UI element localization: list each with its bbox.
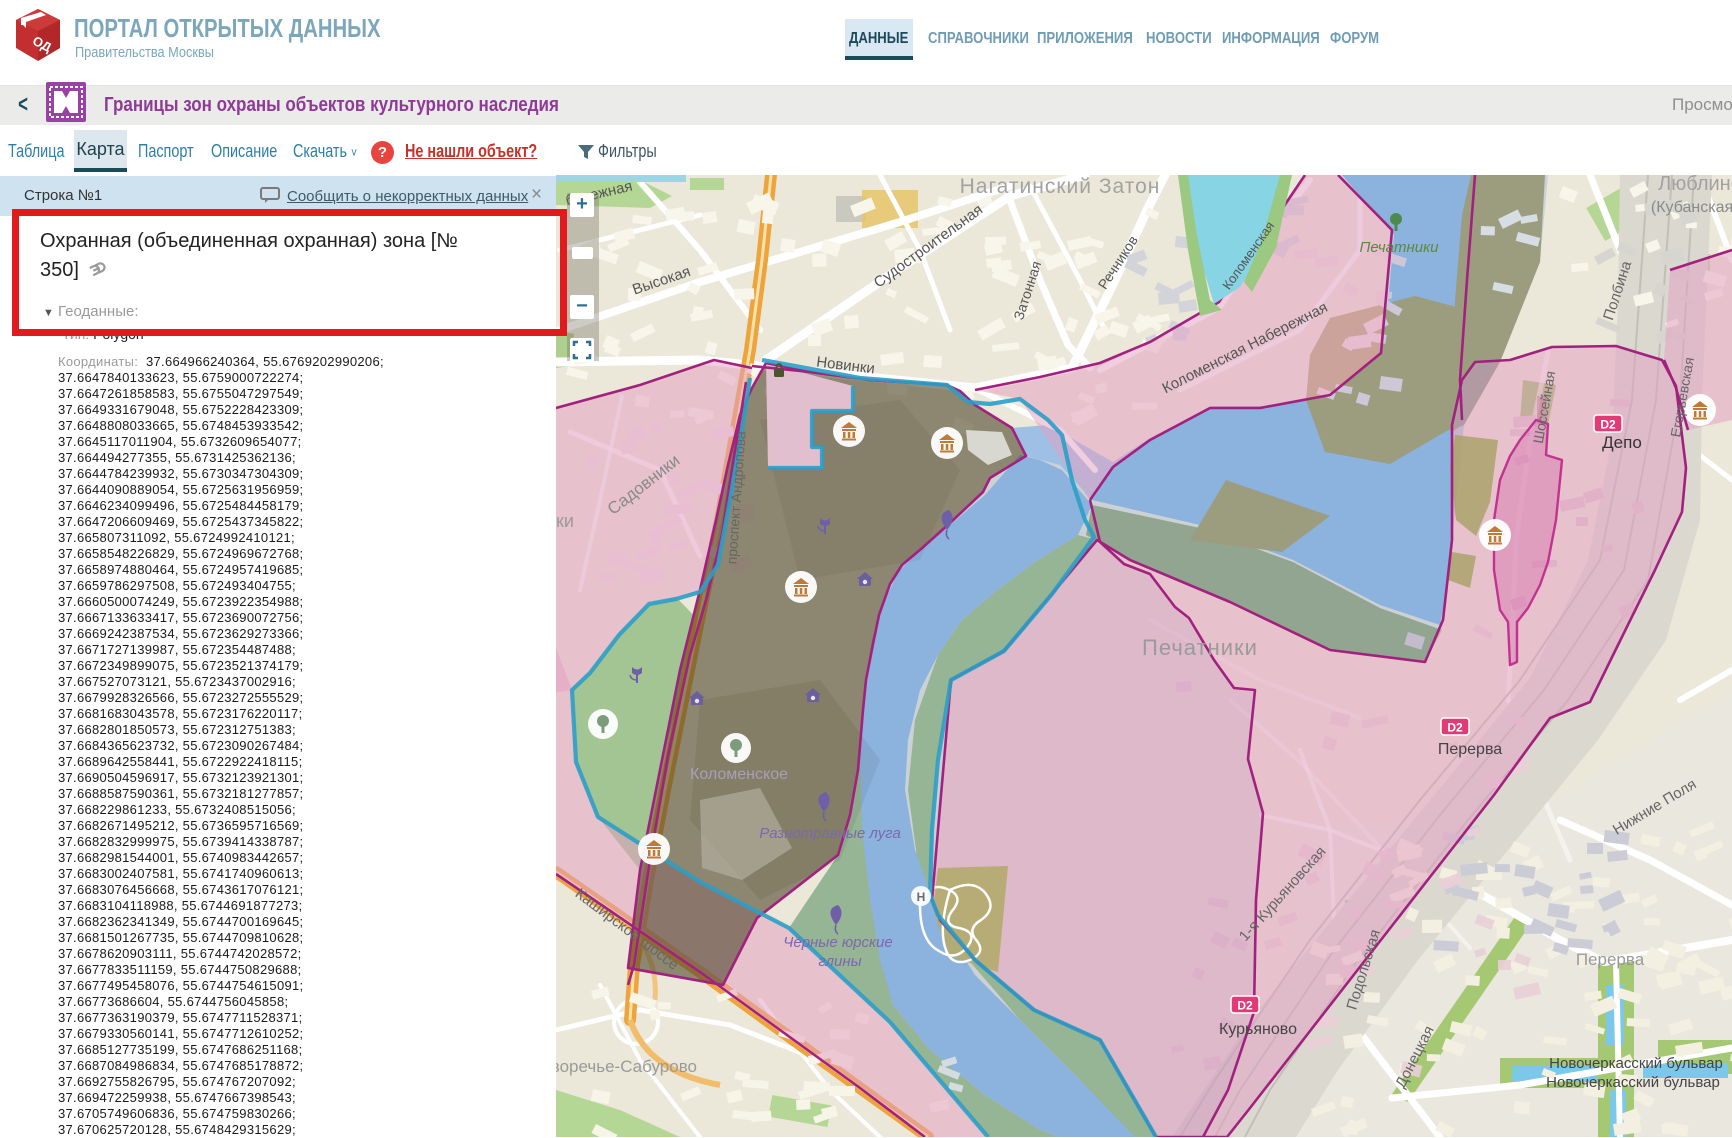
svg-text:Перерва: Перерва (1438, 741, 1502, 758)
svg-text:Депо: Депо (1602, 433, 1642, 452)
svg-text:Нагатинский Затон: Нагатинский Затон (960, 175, 1161, 198)
svg-text:Новочеркасский бульвар: Новочеркасский бульвар (1546, 1074, 1720, 1091)
svg-text:Печатники: Печатники (1142, 635, 1258, 660)
svg-text:Москворечье-Сабурово: Москворечье-Сабурово (556, 1057, 697, 1076)
svg-text:H: H (917, 890, 926, 904)
svg-text:D2: D2 (1600, 418, 1616, 432)
svg-text:Перерва: Перерва (1576, 950, 1645, 969)
svg-text:глины: глины (818, 953, 861, 970)
svg-text:D2: D2 (1237, 999, 1253, 1013)
svg-text:Люблино: Люблино (1658, 175, 1732, 195)
svg-text:(Кубанская: (Кубанская (1651, 199, 1732, 216)
svg-text:Коломенское: Коломенское (690, 766, 788, 783)
svg-text:Чёрные юрские: Чёрные юрские (783, 934, 892, 951)
svg-text:Разнотравные луга: Разнотравные луга (759, 825, 901, 842)
svg-text:Курьяново: Курьяново (1219, 1021, 1297, 1038)
svg-text:ки: ки (556, 511, 574, 531)
svg-text:Новочеркасский бульвар: Новочеркасский бульвар (1549, 1055, 1723, 1072)
svg-text:D2: D2 (1447, 721, 1463, 735)
svg-text:Печатники: Печатники (1360, 239, 1440, 256)
